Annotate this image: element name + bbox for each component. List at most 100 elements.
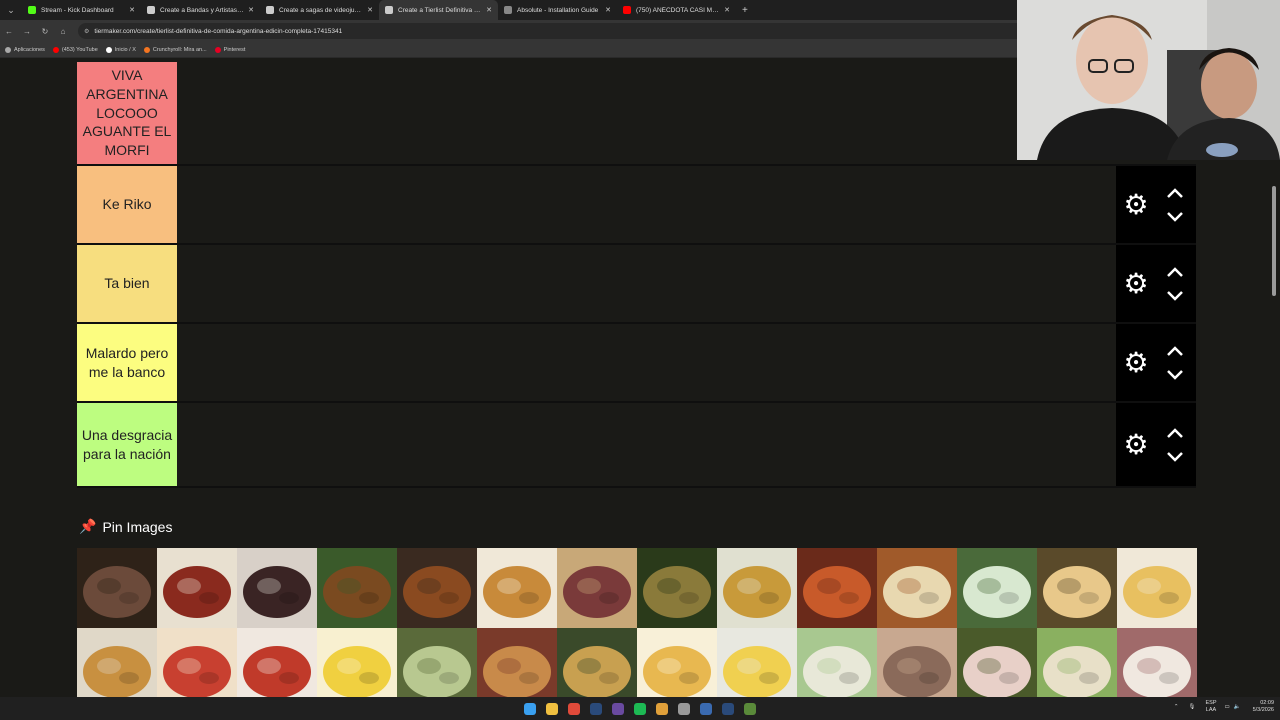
home-icon[interactable]: ⌂ <box>54 27 72 36</box>
vitel-tone-image[interactable] <box>957 628 1037 697</box>
bookmark-label: Inicio / X <box>114 46 136 53</box>
clock-date: 5/3/2026 <box>1252 707 1274 714</box>
display-icon[interactable]: ▭ <box>1225 704 1230 710</box>
close-tab-icon[interactable]: ✕ <box>486 6 492 14</box>
language-indicator[interactable]: ESP LAA <box>1206 700 1217 714</box>
bookmark-item[interactable]: (453) YouTube <box>52 46 98 53</box>
picada-image[interactable] <box>557 548 637 628</box>
tier-label[interactable]: Ta bien <box>77 245 177 322</box>
empanadas-image[interactable] <box>877 548 957 628</box>
gear-icon[interactable]: ⚙ <box>1122 269 1150 298</box>
site-info-icon[interactable]: ⚙ <box>84 28 89 35</box>
close-tab-icon[interactable]: ✕ <box>248 6 254 14</box>
milanesa-image[interactable] <box>477 548 557 628</box>
close-tab-icon[interactable]: ✕ <box>367 6 373 14</box>
asado-image[interactable] <box>77 548 157 628</box>
gear-icon[interactable]: ⚙ <box>1122 190 1150 219</box>
mondongo-image[interactable] <box>797 548 877 628</box>
huevos-rellenos-image[interactable] <box>717 628 797 697</box>
bookmark-item[interactable]: Crunchyroll: Mira an... <box>143 46 207 53</box>
move-down-icon[interactable] <box>1166 368 1184 382</box>
settings-icon[interactable] <box>678 702 690 715</box>
canelones-image[interactable] <box>77 628 157 697</box>
tier-label[interactable]: Una desgracia para la nación <box>77 403 177 486</box>
chrome-icon[interactable] <box>568 702 580 715</box>
food-thumbnail <box>717 548 797 628</box>
tortilla-image[interactable] <box>1117 548 1197 628</box>
puchero-image[interactable] <box>637 548 717 628</box>
browser-tab[interactable]: Absolute - Installation Guide ✕ <box>498 0 617 20</box>
bookmark-label: Pinterest <box>223 46 246 53</box>
move-down-icon[interactable] <box>1166 210 1184 224</box>
page-scrollbar[interactable] <box>1272 186 1276 296</box>
microphone-icon[interactable]: 🎙 <box>1189 704 1196 710</box>
tier-drop-zone[interactable] <box>177 62 1116 164</box>
sandwich-miga-image[interactable] <box>1037 628 1117 697</box>
tier-drop-zone[interactable] <box>177 166 1116 243</box>
new-tab-button[interactable]: + <box>742 5 748 16</box>
spotify-icon[interactable] <box>634 702 646 715</box>
browser-tab[interactable]: Stream - Kick Dashboard ✕ <box>22 0 141 20</box>
locro-image[interactable] <box>717 548 797 628</box>
move-up-icon[interactable] <box>1166 186 1184 200</box>
move-down-icon[interactable] <box>1166 289 1184 303</box>
polenta-image[interactable] <box>317 628 397 697</box>
ravioles-image[interactable] <box>157 628 237 697</box>
pascualina-image[interactable] <box>957 548 1037 628</box>
close-tab-icon[interactable]: ✕ <box>605 6 611 14</box>
tier-drop-zone[interactable] <box>177 324 1116 401</box>
app-icon[interactable] <box>700 702 712 715</box>
streamer-webcam <box>1017 0 1280 160</box>
bookmark-item[interactable]: Pinterest <box>214 46 246 53</box>
forward-icon[interactable]: → <box>18 27 36 36</box>
minecraft-icon[interactable] <box>744 702 756 715</box>
matambre-image[interactable] <box>877 628 957 697</box>
ensalada-rusa-image[interactable] <box>797 628 877 697</box>
steam-icon[interactable] <box>590 702 602 715</box>
guiso-image[interactable] <box>317 548 397 628</box>
tab-search-icon[interactable]: ⌄ <box>0 0 22 20</box>
browser-tab[interactable]: (750) ANÉCDOTA CASI ME MA ✕ <box>617 0 736 20</box>
move-up-icon[interactable] <box>1166 426 1184 440</box>
food-thumbnail <box>717 628 797 697</box>
tier-label[interactable]: Ke Riko <box>77 166 177 243</box>
choripan-image[interactable] <box>157 548 237 628</box>
chrome-profile-icon[interactable] <box>656 702 668 715</box>
close-tab-icon[interactable]: ✕ <box>724 6 730 14</box>
tier-move-arrows <box>1166 344 1184 382</box>
reload-icon[interactable]: ↻ <box>36 27 54 36</box>
close-tab-icon[interactable]: ✕ <box>129 6 135 14</box>
clock[interactable]: 02:09 5/3/2026 <box>1253 700 1274 714</box>
browser-tab[interactable]: Create a Bandas y Artistas de R ✕ <box>141 0 260 20</box>
arrollado-image[interactable] <box>1117 628 1197 697</box>
steam-icon-2[interactable] <box>722 702 734 715</box>
windows-start-icon[interactable] <box>524 702 536 715</box>
morcilla-image[interactable] <box>237 548 317 628</box>
move-up-icon[interactable] <box>1166 344 1184 358</box>
gear-icon[interactable]: ⚙ <box>1122 430 1150 459</box>
browser-tab[interactable]: Create a Tierlist Definitiva de C ✕ <box>379 0 498 20</box>
noquis-image[interactable] <box>237 628 317 697</box>
back-icon[interactable]: ← <box>0 27 18 36</box>
fideos-image[interactable] <box>557 628 637 697</box>
lasagna-image[interactable] <box>477 628 557 697</box>
move-up-icon[interactable] <box>1166 265 1184 279</box>
move-down-icon[interactable] <box>1166 450 1184 464</box>
tier-drop-zone[interactable] <box>177 245 1116 322</box>
humita-image[interactable] <box>397 628 477 697</box>
tier-label[interactable]: VIVA ARGENTINA LOCOOO AGUANTE EL MORFI <box>77 62 177 164</box>
chevron-up-icon[interactable]: ⌃ <box>1174 704 1179 710</box>
gear-icon[interactable]: ⚙ <box>1122 348 1150 377</box>
tier-drop-zone[interactable] <box>177 403 1116 486</box>
cordero-image[interactable] <box>397 548 477 628</box>
papas-image[interactable] <box>637 628 717 697</box>
url-bar[interactable]: ⚙ tiermaker.com/create/tierlist-definiti… <box>78 23 1038 39</box>
obs-icon[interactable] <box>612 702 624 715</box>
tier-label[interactable]: Malardo pero me la banco <box>77 324 177 401</box>
file-explorer-icon[interactable] <box>546 702 558 715</box>
bookmark-item[interactable]: Aplicaciones <box>5 46 45 53</box>
bookmark-item[interactable]: Inicio / X <box>105 46 136 53</box>
speaker-icon[interactable]: 🔈 <box>1234 704 1241 710</box>
fugazzeta-image[interactable] <box>1037 548 1117 628</box>
browser-tab[interactable]: Create a sagas de videojuegos ✕ <box>260 0 379 20</box>
